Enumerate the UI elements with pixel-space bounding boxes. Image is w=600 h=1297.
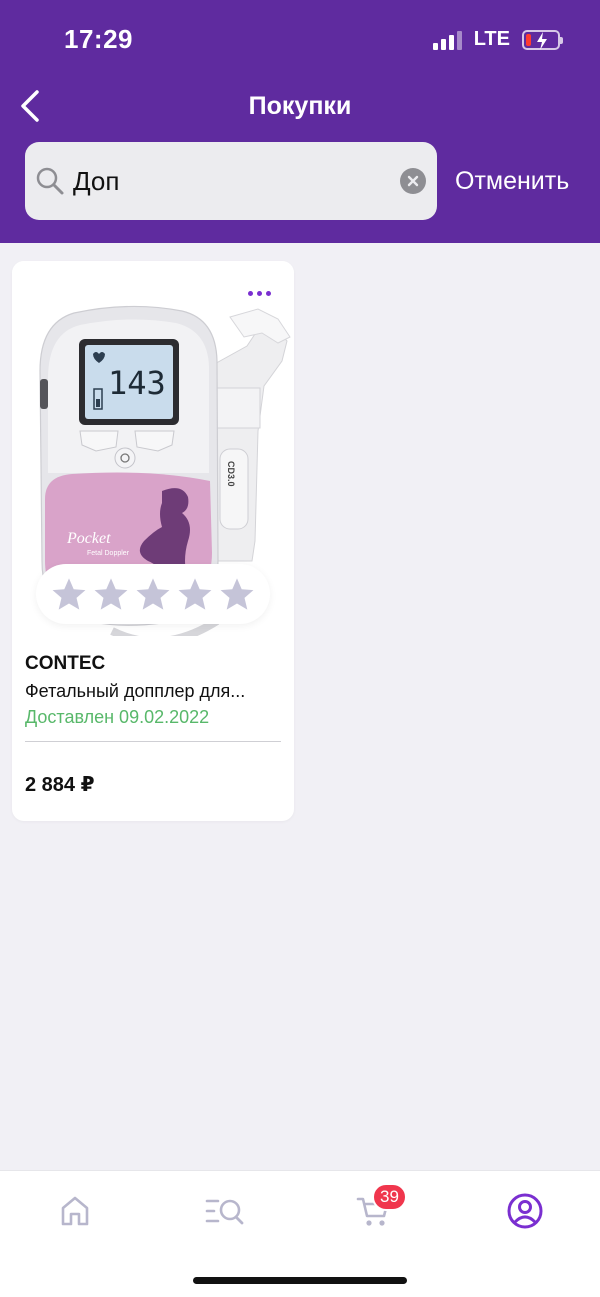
- star-icon[interactable]: [50, 576, 88, 612]
- delivery-status: Доставлен 09.02.2022: [25, 707, 210, 727]
- divider: [25, 741, 281, 742]
- doppler-display-value: 143: [108, 364, 166, 402]
- signal-icon: [432, 30, 462, 50]
- search-icon: [36, 167, 64, 195]
- tab-catalog[interactable]: [195, 1189, 255, 1233]
- rating-stars[interactable]: [36, 564, 270, 624]
- home-icon: [61, 1196, 89, 1226]
- close-icon: [407, 175, 419, 187]
- product-brand: CONTEC: [25, 653, 106, 674]
- more-options-button[interactable]: [244, 283, 274, 303]
- catalog-search-icon: [205, 1199, 244, 1225]
- product-card[interactable]: CD3.0 143 Pocket Fetal Doppler CONTEC Фе…: [12, 261, 294, 821]
- search-box[interactable]: [25, 142, 437, 220]
- tab-profile[interactable]: [495, 1189, 555, 1233]
- star-icon[interactable]: [218, 576, 256, 612]
- status-indicators: LTE: [432, 28, 563, 51]
- network-label: LTE: [473, 28, 510, 50]
- star-icon[interactable]: [176, 576, 214, 612]
- product-name: Фетальный допплер для...: [25, 681, 246, 701]
- cart-badge: 39: [372, 1183, 407, 1211]
- profile-icon: [507, 1193, 543, 1229]
- home-indicator: [193, 1277, 407, 1284]
- cancel-button[interactable]: Отменить: [455, 167, 569, 196]
- star-icon[interactable]: [134, 576, 172, 612]
- search-input[interactable]: [73, 162, 393, 200]
- tab-home[interactable]: [45, 1189, 105, 1233]
- header: 17:29 LTE Покупки Отменить: [0, 0, 600, 243]
- product-price: 2 884 ₽: [25, 774, 95, 796]
- status-time: 17:29: [64, 24, 133, 54]
- probe-label: CD3.0: [226, 461, 236, 487]
- image-subtitle: Fetal Doppler: [87, 550, 130, 557]
- clear-search-button[interactable]: [400, 168, 426, 194]
- battery-icon: [522, 29, 563, 50]
- image-brand-text: Pocket: [66, 530, 111, 547]
- star-icon[interactable]: [92, 576, 130, 612]
- page-title: Покупки: [248, 92, 352, 120]
- screen: 17:29 LTE Покупки Отменить: [0, 0, 600, 1297]
